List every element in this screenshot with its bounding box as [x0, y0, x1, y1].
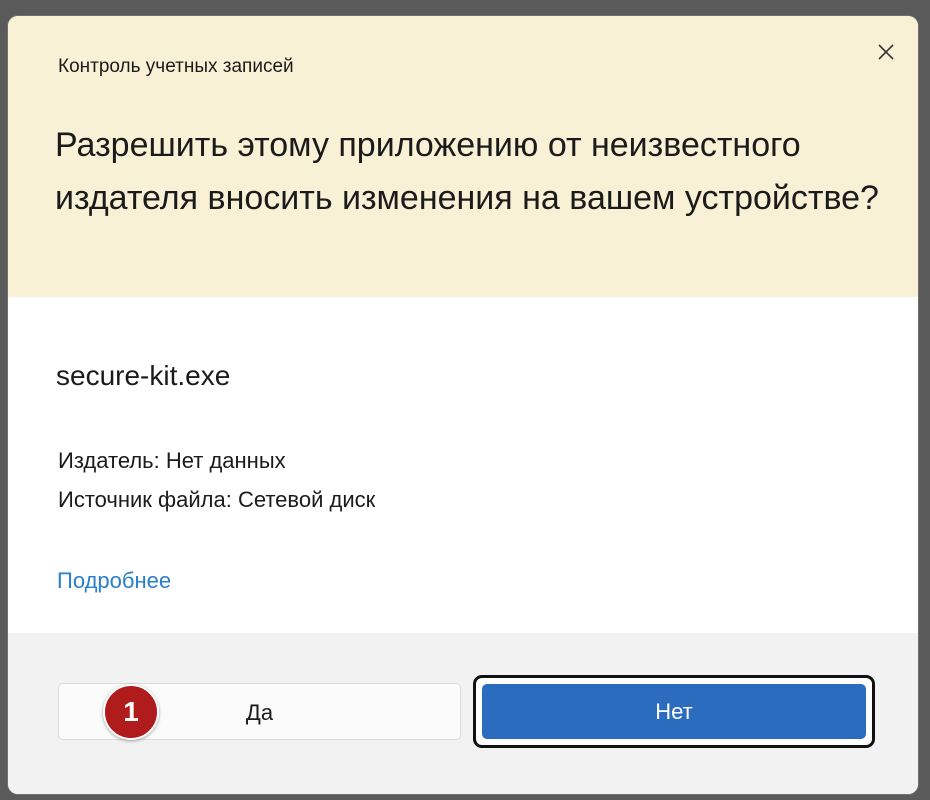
file-source-info: Источник файла: Сетевой диск	[58, 487, 376, 512]
program-info-section: secure-kit.exe Издатель: Нет данных Исто…	[8, 297, 918, 633]
close-icon	[878, 44, 894, 60]
yes-button[interactable]: Да 1	[58, 683, 461, 740]
dialog-title: Контроль учетных записей	[58, 56, 294, 77]
program-name: secure-kit.exe	[56, 360, 231, 391]
no-button-focus-ring[interactable]: Нет	[473, 675, 875, 748]
more-details-link[interactable]: Подробнее	[57, 568, 171, 594]
dialog-footer: Да 1 Нет	[8, 633, 918, 794]
publisher-info: Издатель: Нет данных	[58, 448, 286, 473]
close-button[interactable]	[866, 36, 906, 68]
uac-dialog: Контроль учетных записей Разрешить этому…	[8, 16, 918, 794]
permission-question: Разрешить этому приложению от неизвестно…	[55, 126, 879, 217]
no-button[interactable]: Нет	[482, 684, 866, 739]
step-number-badge: 1	[103, 684, 159, 740]
step-number: 1	[123, 696, 139, 727]
no-button-label: Нет	[655, 699, 693, 724]
dialog-header: Контроль учетных записей Разрешить этому…	[8, 16, 918, 297]
